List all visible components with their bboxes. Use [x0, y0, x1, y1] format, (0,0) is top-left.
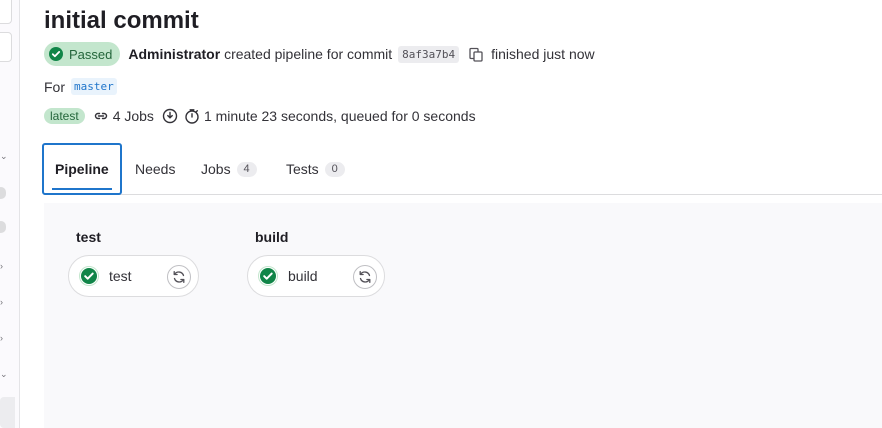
stage-title: build: [255, 229, 289, 245]
timer-icon: [185, 109, 199, 124]
chevron-right-icon[interactable]: ›: [0, 262, 8, 271]
link-icon: [94, 112, 107, 120]
tab-tests[interactable]: Tests 0: [286, 143, 345, 195]
tab-label: Needs: [135, 161, 176, 177]
copy-icon: [469, 47, 483, 62]
tab-jobs[interactable]: Jobs 4: [201, 143, 257, 195]
branch-row: For master: [44, 78, 117, 95]
chevron-down-icon[interactable]: ⌄: [0, 370, 8, 379]
sidebar-item[interactable]: [0, 187, 6, 199]
tab-label: Jobs: [201, 161, 231, 177]
job-name: test: [109, 268, 132, 284]
for-label: For: [44, 78, 65, 95]
tab-count: 0: [324, 161, 345, 177]
tab-needs[interactable]: Needs: [135, 143, 175, 195]
branch-link[interactable]: master: [71, 78, 117, 95]
pipeline-graph: test test build build: [44, 203, 882, 428]
pipeline-meta: Passed Administrator created pipeline fo…: [44, 42, 595, 66]
retry-icon: [359, 270, 371, 284]
page-title: initial commit: [44, 7, 199, 34]
check-circle-icon: [79, 266, 99, 286]
check-circle-icon: [49, 47, 63, 61]
retry-icon: [173, 270, 185, 284]
status-label: Passed: [69, 46, 113, 62]
tab-label: Pipeline: [55, 161, 109, 177]
pipeline-tabs: Pipeline Needs Jobs 4 Tests 0: [42, 143, 882, 195]
retry-button[interactable]: [167, 265, 191, 289]
tab-label: Tests: [286, 161, 319, 177]
pipeline-stats: latest 4 Jobs 1 minute 23 seconds, queue…: [44, 106, 476, 126]
latest-badge: latest: [44, 108, 85, 124]
left-sidebar: ⌄ › › › ⌄: [0, 0, 20, 428]
finished-text: finished just now: [491, 46, 595, 62]
job-test[interactable]: test: [68, 255, 199, 297]
action-text: created pipeline for commit: [224, 46, 393, 62]
sidebar-item-active[interactable]: [0, 397, 15, 428]
chevron-down-icon[interactable]: ⌄: [0, 152, 8, 161]
sidebar-item[interactable]: [0, 221, 6, 233]
sidebar-item[interactable]: [0, 32, 12, 62]
job-name: build: [288, 268, 318, 284]
check-circle-icon: [258, 266, 278, 286]
tab-count: 4: [236, 161, 257, 177]
copy-sha-button[interactable]: [467, 45, 485, 63]
status-badge[interactable]: Passed: [44, 42, 121, 66]
job-build[interactable]: build: [247, 255, 385, 297]
chevron-right-icon[interactable]: ›: [0, 334, 8, 343]
sidebar-item[interactable]: [0, 0, 12, 24]
duration-text: 1 minute 23 seconds, queued for 0 second…: [203, 108, 476, 124]
retry-button[interactable]: [353, 265, 377, 289]
meta-text: Administrator created pipeline for commi…: [128, 46, 392, 62]
commit-sha[interactable]: 8af3a7b4: [398, 45, 460, 63]
stage-title: test: [76, 229, 101, 245]
author-link[interactable]: Administrator: [128, 46, 220, 62]
chevron-right-icon[interactable]: ›: [0, 298, 8, 307]
jobs-count: 4 Jobs: [112, 108, 154, 124]
info-icon[interactable]: [162, 108, 178, 124]
tab-pipeline[interactable]: Pipeline: [42, 143, 122, 195]
